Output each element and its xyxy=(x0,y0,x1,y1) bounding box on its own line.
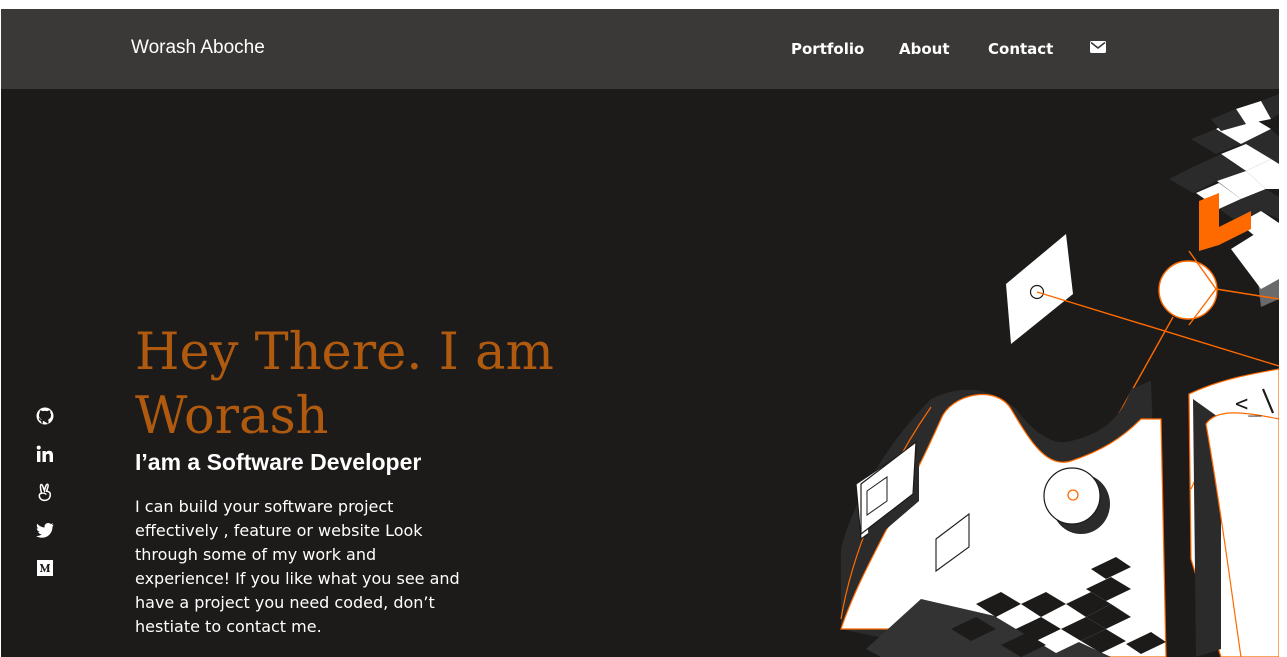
hero-description: I can build your software project effect… xyxy=(135,497,460,636)
envelope-icon[interactable] xyxy=(1090,41,1106,53)
hero-title-line1: Hey There. I am xyxy=(135,323,554,382)
nav-about[interactable]: About xyxy=(899,40,950,58)
hero-subtitle: I’am a Software Developer xyxy=(135,449,422,475)
medium-icon[interactable] xyxy=(35,558,55,578)
hero-title: Hey There. I am Worash xyxy=(135,321,695,449)
github-icon[interactable] xyxy=(35,406,55,426)
nav-portfolio[interactable]: Portfolio xyxy=(791,40,864,58)
brand-name[interactable]: Worash Aboche xyxy=(131,37,265,59)
nav-contact[interactable]: Contact xyxy=(988,40,1053,58)
twitter-icon[interactable] xyxy=(35,520,55,540)
linkedin-icon[interactable] xyxy=(35,444,55,464)
angellist-icon[interactable] xyxy=(35,482,55,502)
isometric-developer-illustration: <_ xyxy=(840,94,1279,657)
checker-pattern xyxy=(1169,94,1279,239)
page: Worash Aboche Portfolio About Contact He… xyxy=(1,9,1279,657)
navbar: Worash Aboche Portfolio About Contact xyxy=(1,9,1279,89)
browser-top-strip xyxy=(0,0,1287,9)
hero-title-line2: Worash xyxy=(135,387,329,446)
code-glyph: <_ xyxy=(1235,392,1262,417)
